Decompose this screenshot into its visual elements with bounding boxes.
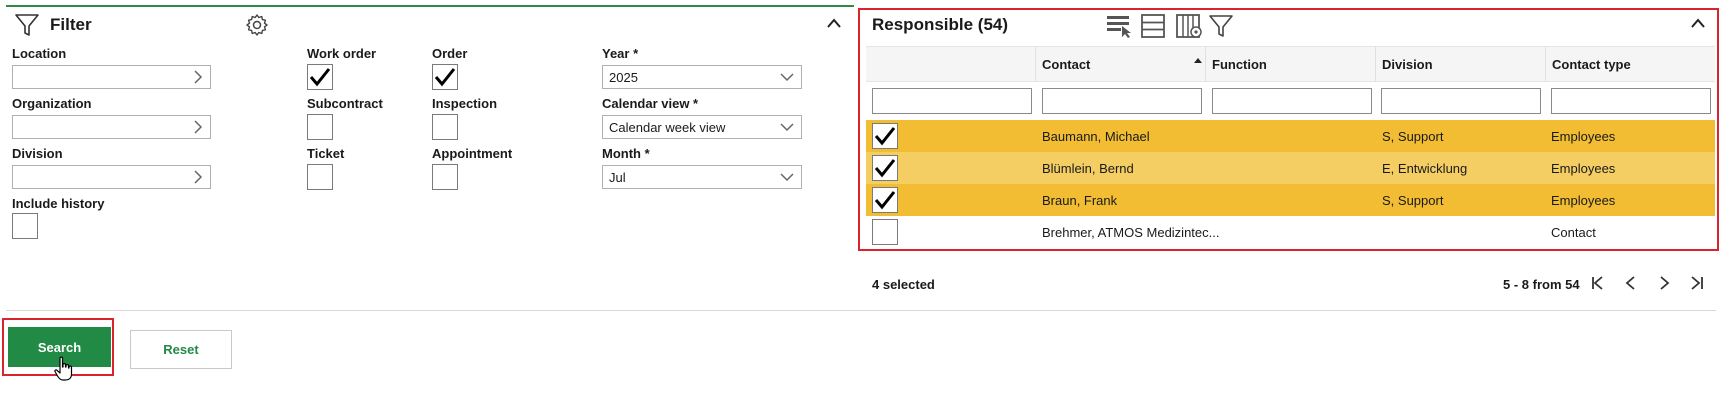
- next-page-icon[interactable]: [1656, 275, 1672, 296]
- column-header-contact[interactable]: Contact: [1042, 57, 1090, 72]
- row-checkbox[interactable]: [872, 155, 898, 181]
- hand-cursor-icon: [54, 356, 74, 387]
- contact-type-filter-input[interactable]: [1551, 88, 1711, 114]
- column-header-division[interactable]: Division: [1382, 57, 1433, 72]
- division-cell: S, Support: [1382, 128, 1444, 144]
- division-cell: S, Support: [1382, 192, 1444, 208]
- include-history-label: Include history: [12, 196, 105, 211]
- column-header-contact-type[interactable]: Contact type: [1552, 57, 1631, 72]
- table-row[interactable]: Braun, Frank S, Support Employees: [866, 184, 1715, 216]
- section-divider: [6, 310, 1716, 311]
- selected-count: 4 selected: [872, 277, 935, 292]
- division-label: Division: [12, 146, 63, 161]
- contact-cell: Brehmer, ATMOS Medizintec...: [1042, 224, 1220, 240]
- division-cell: E, Entwicklung: [1382, 160, 1468, 176]
- ticket-label: Ticket: [307, 146, 345, 161]
- row-checkbox[interactable]: [872, 187, 898, 213]
- contact-cell: Braun, Frank: [1042, 192, 1118, 208]
- calendar-view-select[interactable]: Calendar week view: [602, 115, 802, 139]
- organization-field[interactable]: [12, 115, 211, 139]
- chevron-down-icon: [780, 173, 794, 182]
- responsible-collapse-chevron-icon[interactable]: [1690, 16, 1706, 34]
- location-field[interactable]: [12, 65, 211, 89]
- organization-label: Organization: [12, 96, 92, 111]
- calendar-view-label: Calendar view *: [602, 96, 699, 111]
- location-label: Location: [12, 46, 67, 61]
- order-checkbox[interactable]: [432, 64, 458, 90]
- contact-cell: Baumann, Michael: [1042, 128, 1150, 144]
- function-filter-input[interactable]: [1212, 88, 1372, 114]
- contact-cell: Blümlein, Bernd: [1042, 160, 1134, 176]
- responsible-title: Responsible (54): [872, 15, 1009, 34]
- work-order-label: Work order: [307, 46, 377, 61]
- work-order-checkbox[interactable]: [307, 64, 333, 90]
- row-checkbox[interactable]: [872, 219, 898, 245]
- row-checkbox[interactable]: [872, 123, 898, 149]
- checkmark-icon: [874, 191, 896, 210]
- year-value: 2025: [609, 69, 638, 85]
- checkmark-icon: [309, 68, 331, 87]
- filter-collapse-chevron-icon[interactable]: [826, 16, 842, 34]
- checkmark-icon: [874, 159, 896, 178]
- table-filter-funnel-icon[interactable]: [1208, 13, 1234, 44]
- rows-list-icon[interactable]: [1140, 13, 1166, 44]
- clear-selection-icon[interactable]: [1105, 13, 1133, 44]
- checkbox-column-filter-input[interactable]: [872, 88, 1032, 114]
- reset-button[interactable]: Reset: [130, 330, 232, 369]
- ticket-checkbox[interactable]: [307, 164, 333, 190]
- filter-funnel-icon: [14, 12, 40, 43]
- appointment-checkbox[interactable]: [432, 164, 458, 190]
- table-row[interactable]: Brehmer, ATMOS Medizintec... Contact: [866, 216, 1715, 248]
- last-page-icon[interactable]: [1689, 275, 1705, 296]
- chevron-right-icon: [194, 70, 203, 84]
- gear-icon[interactable]: [245, 13, 269, 42]
- column-settings-icon[interactable]: [1175, 13, 1203, 44]
- appointment-label: Appointment: [432, 146, 513, 161]
- contact-type-cell: Contact: [1551, 224, 1596, 240]
- filter-title: Filter: [50, 15, 92, 34]
- order-label: Order: [432, 46, 468, 61]
- checkmark-icon: [874, 127, 896, 146]
- chevron-right-icon: [194, 120, 203, 134]
- division-filter-input[interactable]: [1381, 88, 1541, 114]
- calendar-view-value: Calendar week view: [609, 119, 726, 135]
- inspection-label: Inspection: [432, 96, 498, 111]
- chevron-right-icon: [194, 170, 203, 184]
- month-value: Jul: [609, 169, 626, 185]
- checkmark-icon: [434, 68, 456, 87]
- subcontract-checkbox[interactable]: [307, 114, 333, 140]
- contact-type-cell: Employees: [1551, 160, 1616, 176]
- chevron-down-icon: [780, 123, 794, 132]
- first-page-icon[interactable]: [1590, 275, 1606, 296]
- chevron-down-icon: [780, 73, 794, 82]
- include-history-checkbox[interactable]: [12, 213, 38, 239]
- subcontract-label: Subcontract: [307, 96, 383, 111]
- pagination-status: 5 - 8 from 54: [1503, 277, 1580, 292]
- month-select[interactable]: Jul: [602, 165, 802, 189]
- column-header-function[interactable]: Function: [1212, 57, 1267, 72]
- top-accent-line: [6, 5, 854, 7]
- sort-ascending-icon: [1193, 51, 1203, 69]
- contact-filter-input[interactable]: [1042, 88, 1202, 114]
- table-row[interactable]: Baumann, Michael S, Support Employees: [866, 120, 1715, 152]
- year-label: Year *: [602, 46, 639, 61]
- table-row[interactable]: Blümlein, Bernd E, Entwicklung Employees: [866, 152, 1715, 184]
- contact-type-cell: Employees: [1551, 192, 1616, 208]
- inspection-checkbox[interactable]: [432, 114, 458, 140]
- division-field[interactable]: [12, 165, 211, 189]
- contact-type-cell: Employees: [1551, 128, 1616, 144]
- month-label: Month *: [602, 146, 650, 161]
- previous-page-icon[interactable]: [1623, 275, 1639, 296]
- year-select[interactable]: 2025: [602, 65, 802, 89]
